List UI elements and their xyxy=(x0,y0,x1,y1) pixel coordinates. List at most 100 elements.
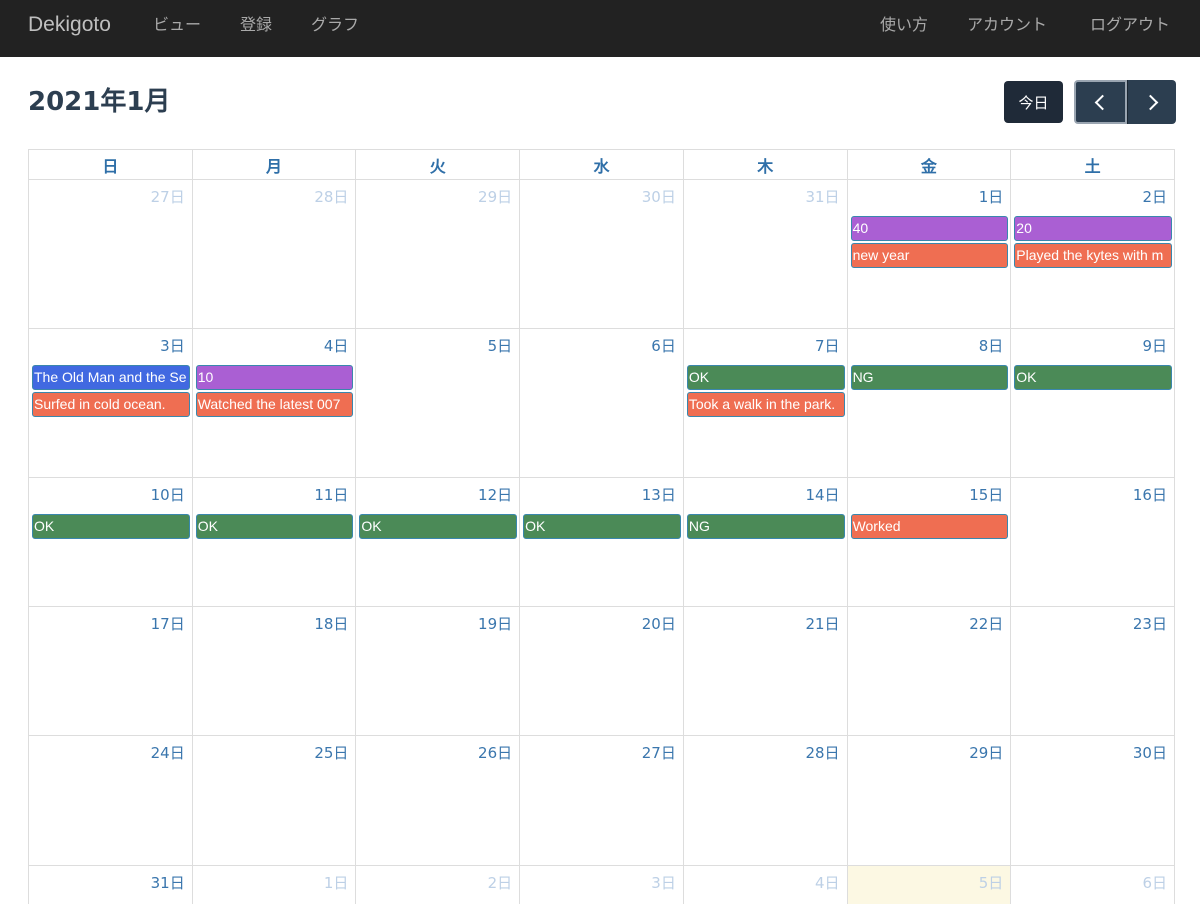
day-cell[interactable]: 14日 NG xyxy=(683,478,848,607)
calendar-event[interactable]: 40 xyxy=(850,216,1009,241)
day-cell[interactable]: 16日 xyxy=(1011,478,1175,607)
nav-graph[interactable]: グラフ xyxy=(311,15,359,35)
day-number[interactable]: 3日 xyxy=(160,336,185,356)
day-number[interactable]: 31日 xyxy=(151,873,185,893)
day-cell[interactable]: 30日 xyxy=(1011,736,1175,866)
calendar-event[interactable]: 20 xyxy=(1014,216,1172,241)
calendar-event[interactable]: new year xyxy=(850,243,1009,268)
day-number[interactable]: 7日 xyxy=(815,336,840,356)
day-number[interactable]: 29日 xyxy=(478,187,512,207)
day-cell[interactable]: 20日 xyxy=(520,607,684,736)
day-cell[interactable]: 4日 10 Watched the latest 007 xyxy=(192,329,357,478)
day-number[interactable]: 16日 xyxy=(1133,485,1167,505)
day-cell[interactable]: 29日 xyxy=(847,736,1012,866)
day-cell-today[interactable]: 5日 xyxy=(847,866,1012,904)
day-number[interactable]: 28日 xyxy=(314,187,348,207)
nav-view[interactable]: ビュー xyxy=(153,15,201,35)
day-number[interactable]: 28日 xyxy=(805,743,839,763)
day-number[interactable]: 30日 xyxy=(642,187,676,207)
calendar-event[interactable]: Worked xyxy=(850,514,1009,539)
day-number[interactable]: 4日 xyxy=(324,336,349,356)
calendar-event[interactable]: NG xyxy=(850,365,1009,390)
calendar-event[interactable]: Watched the latest 007 xyxy=(195,392,354,417)
day-number[interactable]: 2日 xyxy=(1142,187,1167,207)
day-number[interactable]: 23日 xyxy=(1133,614,1167,634)
day-number[interactable]: 27日 xyxy=(151,187,185,207)
day-number[interactable]: 4日 xyxy=(815,873,840,893)
day-cell[interactable]: 6日 xyxy=(520,329,684,478)
day-number[interactable]: 12日 xyxy=(478,485,512,505)
day-number[interactable]: 24日 xyxy=(151,743,185,763)
day-number[interactable]: 27日 xyxy=(642,743,676,763)
nav-account[interactable]: アカウント xyxy=(967,15,1047,35)
day-number[interactable]: 15日 xyxy=(969,485,1003,505)
day-cell[interactable]: 2日 20 Played the kytes with m xyxy=(1011,180,1175,329)
day-number[interactable]: 1日 xyxy=(979,187,1004,207)
day-cell[interactable]: 1日 xyxy=(193,866,357,904)
day-number[interactable]: 29日 xyxy=(969,743,1003,763)
calendar-event[interactable]: OK xyxy=(195,514,354,539)
day-number[interactable]: 5日 xyxy=(979,873,1004,893)
day-cell[interactable]: 29日 xyxy=(356,180,521,329)
day-cell[interactable]: 25日 xyxy=(192,736,357,866)
day-number[interactable]: 9日 xyxy=(1142,336,1167,356)
day-cell[interactable]: 28日 xyxy=(683,736,848,866)
nav-help[interactable]: 使い方 xyxy=(880,15,928,35)
calendar-event[interactable]: The Old Man and the Se xyxy=(32,365,190,390)
day-number[interactable]: 18日 xyxy=(314,614,348,634)
day-cell[interactable]: 18日 xyxy=(192,607,357,736)
day-number[interactable]: 19日 xyxy=(478,614,512,634)
calendar-event[interactable]: Took a walk in the park. xyxy=(686,392,845,417)
day-number[interactable]: 10日 xyxy=(151,485,185,505)
day-cell[interactable]: 3日 xyxy=(520,866,684,904)
calendar-event[interactable]: OK xyxy=(1014,365,1172,390)
day-cell[interactable]: 15日 Worked xyxy=(847,478,1012,607)
day-cell[interactable]: 26日 xyxy=(356,736,521,866)
day-number[interactable]: 31日 xyxy=(805,187,839,207)
calendar-event[interactable]: OK xyxy=(686,365,845,390)
brand-logo[interactable]: Dekigoto xyxy=(28,13,111,37)
day-cell[interactable]: 31日 xyxy=(29,866,193,904)
day-number[interactable]: 17日 xyxy=(151,614,185,634)
day-cell[interactable]: 3日 The Old Man and the Se Surfed in cold o… xyxy=(29,329,193,478)
day-cell[interactable]: 6日 xyxy=(1011,866,1175,904)
day-cell[interactable]: 1日 40 new year xyxy=(847,180,1012,329)
day-cell[interactable]: 23日 xyxy=(1011,607,1175,736)
day-number[interactable]: 13日 xyxy=(642,485,676,505)
day-number[interactable]: 22日 xyxy=(969,614,1003,634)
day-cell[interactable]: 2日 xyxy=(356,866,521,904)
calendar-event[interactable]: OK xyxy=(523,514,681,539)
day-cell[interactable]: 11日 OK xyxy=(192,478,357,607)
day-number[interactable]: 2日 xyxy=(488,873,513,893)
day-number[interactable]: 6日 xyxy=(1142,873,1167,893)
day-number[interactable]: 1日 xyxy=(324,873,349,893)
prev-month-button[interactable] xyxy=(1074,80,1127,124)
day-number[interactable]: 11日 xyxy=(314,485,348,505)
calendar-event[interactable]: Surfed in cold ocean. xyxy=(32,392,190,417)
calendar-event[interactable]: 10 xyxy=(195,365,354,390)
day-cell[interactable]: 31日 xyxy=(683,180,848,329)
day-number[interactable]: 21日 xyxy=(805,614,839,634)
calendar-event[interactable]: Played the kytes with m xyxy=(1014,243,1172,268)
next-month-button[interactable] xyxy=(1127,80,1176,124)
day-number[interactable]: 20日 xyxy=(642,614,676,634)
day-number[interactable]: 30日 xyxy=(1133,743,1167,763)
day-cell[interactable]: 17日 xyxy=(29,607,193,736)
calendar-event[interactable]: OK xyxy=(32,514,190,539)
day-cell[interactable]: 10日 OK xyxy=(29,478,193,607)
day-number[interactable]: 6日 xyxy=(651,336,676,356)
day-number[interactable]: 25日 xyxy=(314,743,348,763)
day-cell[interactable]: 13日 OK xyxy=(520,478,684,607)
day-cell[interactable]: 5日 xyxy=(356,329,521,478)
day-number[interactable]: 8日 xyxy=(979,336,1004,356)
day-cell[interactable]: 7日 OK Took a walk in the park. xyxy=(683,329,848,478)
calendar-event[interactable]: NG xyxy=(686,514,845,539)
day-cell[interactable]: 12日 OK xyxy=(356,478,521,607)
day-number[interactable]: 14日 xyxy=(805,485,839,505)
nav-register[interactable]: 登録 xyxy=(240,15,272,35)
day-cell[interactable]: 27日 xyxy=(29,180,193,329)
today-button[interactable]: 今日 xyxy=(1004,81,1063,123)
calendar-event[interactable]: OK xyxy=(359,514,518,539)
day-number[interactable]: 26日 xyxy=(478,743,512,763)
day-cell[interactable]: 27日 xyxy=(520,736,684,866)
